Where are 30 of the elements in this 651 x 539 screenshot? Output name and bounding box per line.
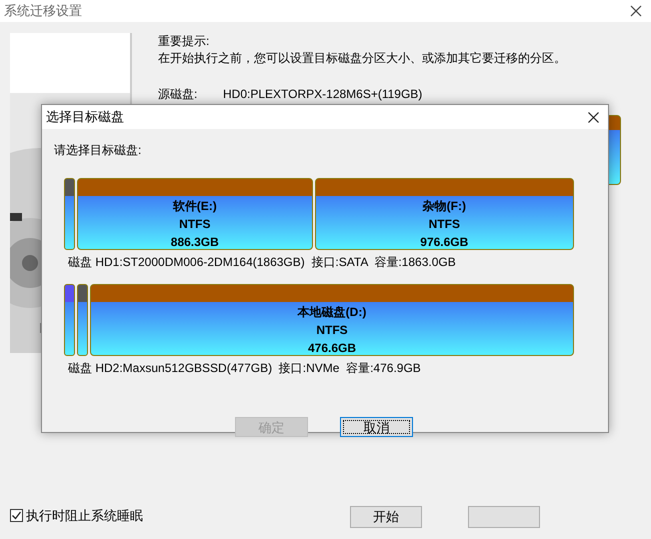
disk-info: 磁盘 HD2:Maxsun512GBSSD(477GB) 接口:NVMe 容量:476.9GB [68, 360, 422, 377]
checkbox[interactable] [10, 508, 23, 522]
partition-name: 杂物(F:) [422, 198, 466, 215]
notice-text: 在开始执行之前，您可以设置目标磁盘分区大小、或添加其它要迁移的分区。 [158, 50, 566, 67]
file-system: NTFS [316, 322, 348, 339]
cancel-button[interactable]: 取消 [340, 417, 413, 437]
window-title: 系统迁移设置 [4, 2, 82, 20]
partition-bar[interactable] [77, 284, 88, 356]
file-system: NTFS [428, 216, 460, 233]
close-icon[interactable] [630, 5, 642, 17]
partition-size: 976.6GB [420, 234, 468, 251]
dialog-title: 选择目标磁盘 [46, 108, 124, 126]
partition-bar[interactable]: 软件(E:) NTFS 886.3GB [77, 178, 313, 250]
source-disk-value: HD0:PLEXTORPX-128M6S+(119GB) [223, 86, 422, 103]
disk-info: 磁盘 HD1:ST2000DM006-2DM164(1863GB) 接口:SATA 容量:1863.0GB [68, 254, 457, 271]
prompt-text: 请选择目标磁盘: [54, 142, 142, 159]
checkbox-label: 执行时阻止系统睡眠 [26, 506, 143, 524]
partition-bar[interactable] [64, 284, 75, 356]
source-disk-label: 源磁盘: [158, 86, 198, 103]
partition-name: 软件(E:) [172, 198, 217, 215]
partition-name: 本地磁盘(D:) [298, 304, 366, 321]
file-system: NTFS [179, 216, 210, 233]
partition-bar[interactable] [64, 178, 75, 250]
partition-bar[interactable]: 本地磁盘(D:) NTFS 476.6GB [90, 284, 574, 356]
start-button[interactable]: 开始 [350, 506, 422, 528]
close-icon[interactable] [588, 112, 599, 122]
partition-size: 476.6GB [308, 340, 356, 357]
notice-heading: 重要提示: [158, 33, 210, 50]
partition-size: 886.3GB [170, 234, 219, 251]
partition-bar[interactable]: 杂物(F:) NTFS 976.6GB [314, 178, 574, 250]
